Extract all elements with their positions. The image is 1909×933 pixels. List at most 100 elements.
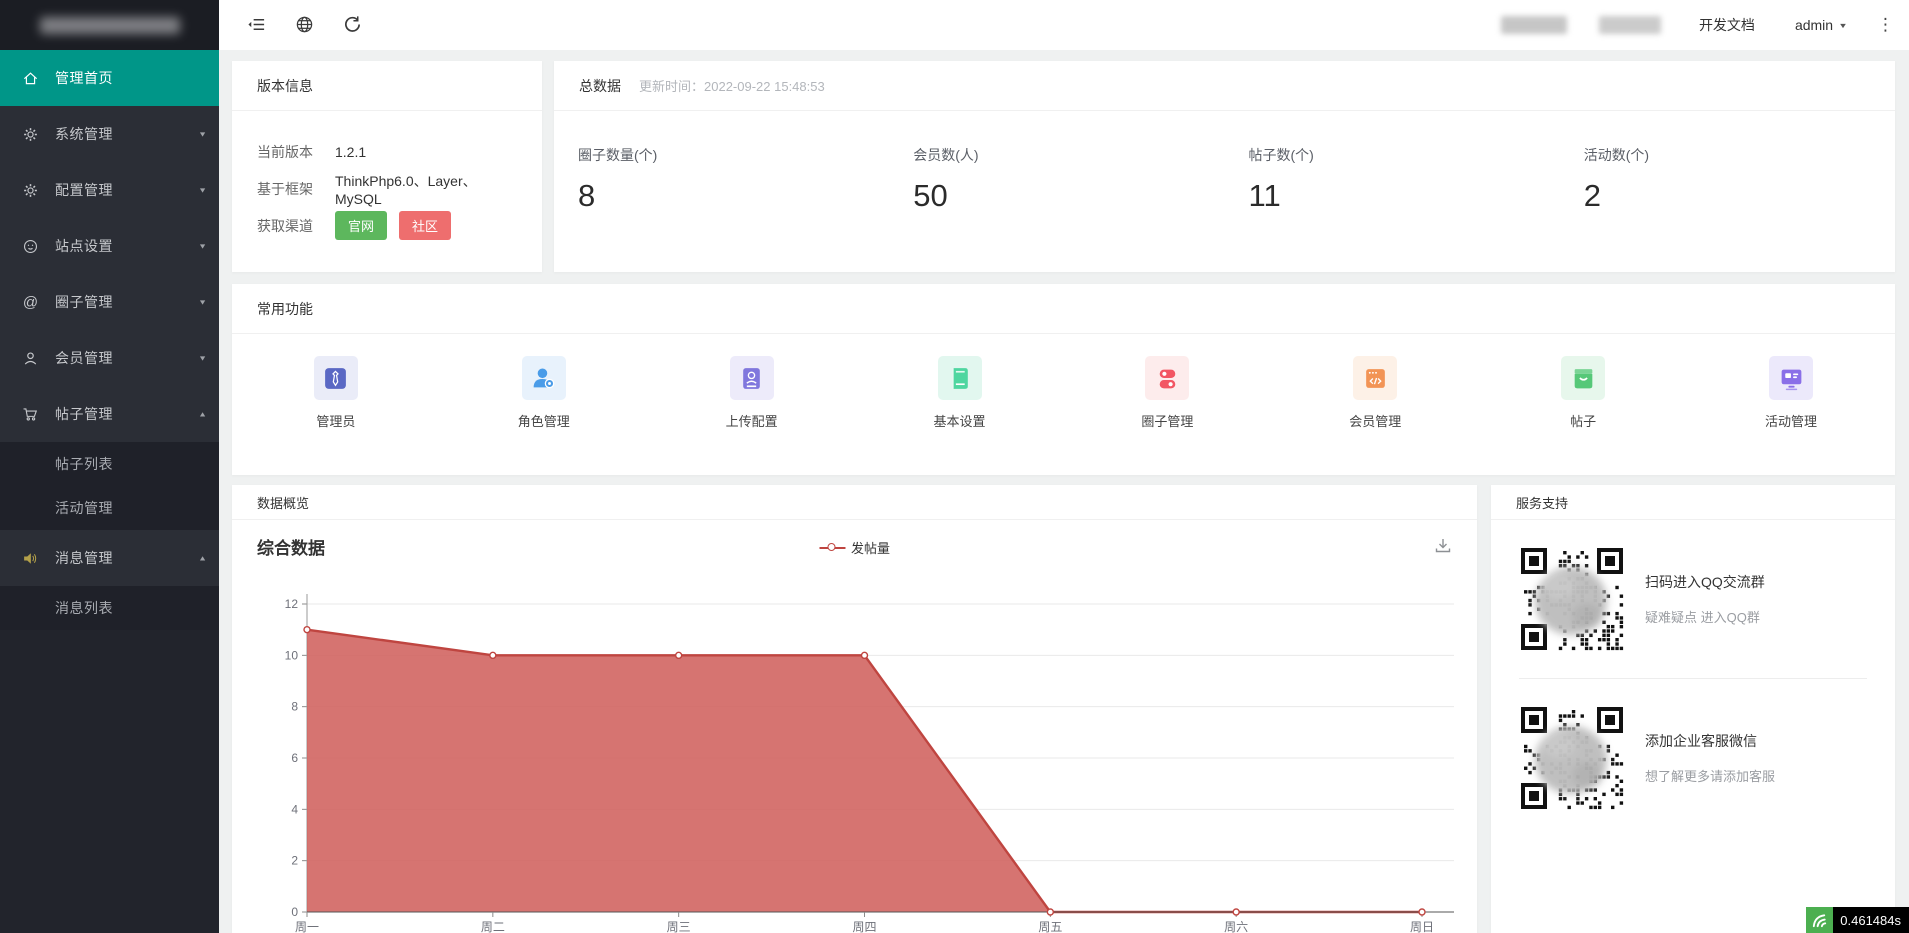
sidebar-item-2[interactable]: 配置管理 ▼	[0, 162, 219, 218]
topbar: 开发文档 admin ▼ ⋮	[219, 0, 1909, 50]
chevron-down-icon: ▼	[1838, 20, 1848, 30]
content-area: 版本信息 当前版本 1.2.1 基于框架 ThinkPhp6.0、Layer、M…	[219, 50, 1909, 933]
kebab-menu-icon[interactable]: ⋮	[1877, 15, 1894, 35]
thinkphp-trace-badge[interactable]: 0.461484s	[1806, 907, 1909, 933]
sidebar-fill	[0, 630, 219, 933]
feature-label: 基本设置	[933, 414, 986, 429]
support-list: 扫码进入QQ交流群 疑难疑点 进入QQ群 添加企业客服微信 想了解更多请添加客服	[1491, 520, 1895, 837]
stat-label: 会员数(人)	[913, 147, 979, 163]
stat-item: 会员数(人) 50	[889, 145, 1224, 214]
feature-item[interactable]: 角色管理	[440, 356, 648, 430]
chevron-down-icon: ▼	[198, 354, 207, 362]
feature-item[interactable]: 活动管理	[1687, 356, 1895, 430]
sidebar-item-0[interactable]: 管理首页	[0, 50, 219, 106]
sidebar-item-label: 站点设置	[55, 238, 113, 254]
version-card-title: 版本信息	[232, 61, 542, 111]
feature-item[interactable]: 管理员	[232, 356, 440, 430]
code-icon	[1353, 356, 1398, 400]
support-item-title: 添加企业客服微信	[1645, 733, 1757, 749]
support-item-subtitle: 疑难疑点 进入QQ群	[1645, 610, 1760, 625]
sidebar-item-7[interactable]: 消息管理 ▲	[0, 530, 219, 586]
feature-item[interactable]: 上传配置	[648, 356, 856, 430]
sidebar-menu: 管理首页 系统管理 ▼ 配置管理 ▼ 站点设置 ▼ @ 圈子管理 ▼ 会员管理 ▼ 帖子管理 ▲ 帖子列表活…	[0, 50, 219, 630]
submenu: 消息列表	[0, 586, 219, 630]
at-icon: @	[22, 293, 39, 311]
stats-row: 圈子数量(个) 8 会员数(人) 50 帖子数(个) 11 活动数(个) 2	[554, 111, 1895, 214]
submenu-item[interactable]: 活动管理	[0, 486, 219, 530]
feature-label: 活动管理	[1765, 414, 1818, 429]
posts-area-chart: 0 2 4 6 8 10 12 周一 周二 周三 周四 周五 周六 周日	[285, 594, 1454, 933]
official-site-button[interactable]: 官网	[335, 211, 388, 240]
feature-label: 会员管理	[1349, 414, 1402, 429]
feature-item[interactable]: 圈子管理	[1064, 356, 1272, 430]
sidebar-item-5[interactable]: 会员管理 ▼	[0, 330, 219, 386]
user-dropdown[interactable]: admin ▼	[1795, 17, 1848, 33]
qr-code-image	[1519, 546, 1625, 652]
support-item-title: 扫码进入QQ交流群	[1645, 574, 1765, 590]
chevron-up-icon: ▲	[198, 554, 207, 562]
sidebar-item-label: 系统管理	[55, 126, 113, 142]
stat-item: 圈子数量(个) 8	[554, 145, 889, 214]
community-button[interactable]: 社区	[399, 211, 452, 240]
channel-row-label: 获取渠道	[257, 217, 313, 234]
svg-text:周日: 周日	[1410, 920, 1434, 933]
user-icon	[20, 348, 41, 369]
feature-item[interactable]: 帖子	[1479, 356, 1687, 430]
support-item-subtitle: 想了解更多请添加客服	[1645, 769, 1776, 784]
language-globe-icon[interactable]	[295, 15, 315, 35]
chevron-down-icon: ▼	[198, 130, 207, 138]
sidebar-item-label: 配置管理	[55, 182, 113, 198]
sidebar-item-label: 圈子管理	[55, 294, 113, 310]
dev-docs-link[interactable]: 开发文档	[1699, 15, 1755, 35]
submenu-item[interactable]: 帖子列表	[0, 442, 219, 486]
support-card: 服务支持 扫码进入QQ交流群 疑难疑点 进入QQ群 添加企业客服微信 想了解更多…	[1491, 485, 1895, 933]
submenu-item[interactable]: 消息列表	[0, 586, 219, 630]
settings-icon	[937, 356, 982, 400]
bag-icon	[1561, 356, 1606, 400]
svg-text:2: 2	[291, 854, 298, 868]
feature-item[interactable]: 基本设置	[856, 356, 1064, 430]
version-card: 版本信息 当前版本 1.2.1 基于框架 ThinkPhp6.0、Layer、M…	[232, 61, 542, 272]
refresh-icon[interactable]	[343, 15, 363, 35]
svg-text:12: 12	[285, 597, 299, 611]
admin-dashboard: 管理首页 系统管理 ▼ 配置管理 ▼ 站点设置 ▼ @ 圈子管理 ▼ 会员管理 ▼ 帖子管理 ▲ 帖子列表活…	[0, 0, 1909, 933]
page-render-time: 0.461484s	[1833, 907, 1909, 933]
download-chart-icon[interactable]	[1434, 537, 1452, 555]
support-item: 扫码进入QQ交流群 疑难疑点 进入QQ群	[1491, 520, 1895, 678]
svg-text:周一: 周一	[295, 920, 319, 933]
svg-text:6: 6	[291, 751, 298, 765]
support-card-title: 服务支持	[1491, 485, 1895, 520]
svg-text:周五: 周五	[1038, 920, 1062, 933]
sidebar: 管理首页 系统管理 ▼ 配置管理 ▼ 站点设置 ▼ @ 圈子管理 ▼ 会员管理 ▼ 帖子管理 ▲ 帖子列表活…	[0, 0, 219, 933]
stat-value: 8	[578, 178, 596, 213]
sidebar-logo-bar	[0, 0, 219, 50]
topbar-right: 开发文档 admin ▼ ⋮	[1500, 15, 1909, 35]
stat-value: 50	[913, 178, 948, 213]
admin-icon	[313, 356, 358, 400]
chart-legend[interactable]: 发帖量	[818, 538, 890, 557]
sidebar-item-1[interactable]: 系统管理 ▼	[0, 106, 219, 162]
totals-card: 总数据 更新时间：2022-09-22 15:48:53 圈子数量(个) 8 会员数…	[554, 61, 1895, 272]
sidebar-item-3[interactable]: 站点设置 ▼	[0, 218, 219, 274]
chevron-down-icon: ▼	[198, 298, 207, 306]
stat-label: 帖子数(个)	[1248, 147, 1314, 163]
collapse-sidebar-icon[interactable]	[247, 15, 267, 35]
sidebar-item-6[interactable]: 帖子管理 ▲	[0, 386, 219, 442]
stat-value: 11	[1248, 178, 1281, 213]
current-version-value: 1.2.1	[335, 143, 367, 160]
sidebar-item-4[interactable]: @ 圈子管理 ▼	[0, 274, 219, 330]
sidebar-item-label: 帖子管理	[55, 406, 113, 422]
feature-item[interactable]: 会员管理	[1271, 356, 1479, 430]
framework-value: ThinkPhp6.0、Layer、MySQL	[335, 172, 477, 207]
site-icon	[20, 236, 41, 257]
stat-value: 2	[1583, 178, 1601, 213]
stat-item: 活动数(个) 2	[1560, 145, 1895, 214]
legend-marker-icon	[818, 542, 845, 553]
totals-card-title: 总数据	[579, 77, 621, 94]
feature-label: 圈子管理	[1141, 414, 1194, 429]
chart-title: 综合数据	[257, 538, 325, 558]
framework-row-label: 基于框架	[257, 180, 313, 197]
svg-text:10: 10	[285, 648, 299, 662]
feature-label: 帖子	[1570, 414, 1597, 429]
sidebar-item-label: 会员管理	[55, 350, 113, 366]
